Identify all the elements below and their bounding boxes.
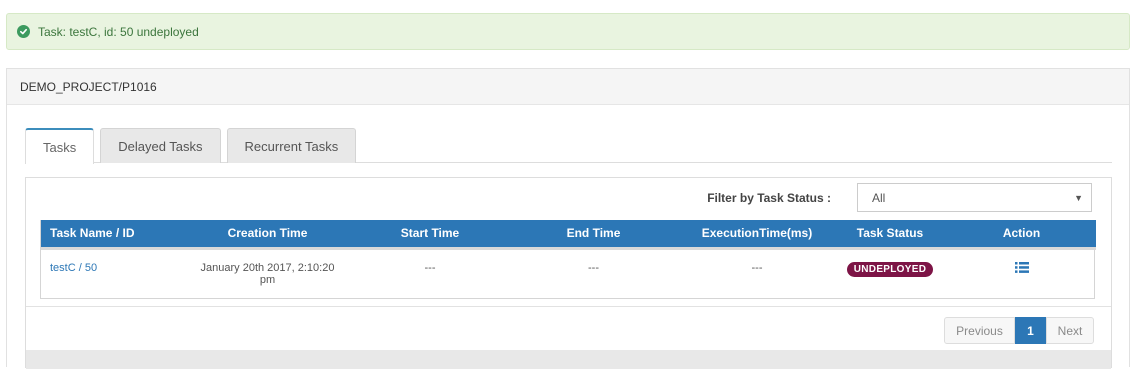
pagination: Previous 1 Next [944, 317, 1094, 344]
column-header[interactable]: Start Time [354, 220, 506, 250]
column-header[interactable]: Task Name / ID [41, 220, 181, 250]
alert-message: Task: testC, id: 50 undeployed [38, 24, 199, 39]
creation-time-date: January 20th 2017, 2:10:20 [200, 261, 335, 274]
tab-recurrent-tasks[interactable]: Recurrent Tasks [226, 128, 357, 163]
task-tabs: Tasks Delayed Tasks Recurrent Tasks [25, 128, 1112, 164]
tab-label: Delayed Tasks [118, 138, 203, 154]
task-name-cell: testC / 50 [41, 248, 181, 296]
tasks-table: Task Name / ID Creation Time Start Time … [41, 220, 1096, 296]
column-header[interactable]: Task Status [833, 220, 947, 250]
tasks-table-wrapper: Task Name / ID Creation Time Start Time … [40, 220, 1096, 299]
tab-delayed-tasks[interactable]: Delayed Tasks [100, 128, 221, 163]
column-header[interactable]: Creation Time [181, 220, 354, 250]
creation-time-suffix: pm [259, 273, 276, 286]
project-path: DEMO_PROJECT/P1016 [20, 79, 157, 94]
tab-tasks[interactable]: Tasks [25, 128, 95, 164]
page-1-button[interactable]: 1 [1015, 317, 1046, 344]
creation-time-cell: January 20th 2017, 2:10:20 pm [181, 248, 354, 296]
filter-label: Filter by Task Status : [707, 190, 831, 205]
column-header: Action [947, 220, 1096, 250]
column-header[interactable]: End Time [506, 220, 681, 250]
action-cell [947, 248, 1096, 296]
success-alert: Task: testC, id: 50 undeployed [6, 13, 1130, 50]
list-icon[interactable] [1014, 261, 1029, 276]
column-header[interactable]: ExecutionTime(ms) [681, 220, 833, 250]
panel-heading: DEMO_PROJECT/P1016 [7, 69, 1129, 105]
project-panel: DEMO_PROJECT/P1016 Tasks Delayed Tasks R… [6, 68, 1130, 369]
status-filter-select[interactable]: All ▼ [857, 183, 1092, 212]
execution-time-cell: --- [751, 261, 763, 274]
task-status-cell: UNDEPLOYED [833, 248, 947, 296]
tasks-content: Filter by Task Status : All ▼ Task Name … [25, 177, 1112, 369]
next-page-button[interactable]: Next [1046, 317, 1094, 344]
end-time-cell: --- [588, 261, 599, 274]
check-circle-icon [17, 25, 30, 38]
previous-page-button[interactable]: Previous [944, 317, 1015, 344]
tab-label: Tasks [43, 139, 77, 155]
selected-option: All [872, 190, 886, 205]
status-badge: UNDEPLOYED [846, 261, 934, 277]
horizontal-scrollbar[interactable] [26, 350, 1111, 369]
start-time-cell: --- [424, 261, 436, 274]
status-filter: Filter by Task Status : All ▼ [707, 183, 1092, 212]
caret-down-icon: ▼ [1074, 192, 1083, 203]
tab-label: Recurrent Tasks [244, 138, 339, 154]
table-row: testC / 50 January 20th 2017, 2:10:20 pm… [41, 248, 1096, 296]
task-link[interactable]: testC / 50 [50, 262, 97, 274]
table-header-row: Task Name / ID Creation Time Start Time … [41, 220, 1096, 250]
pagination-area: Previous 1 Next [26, 306, 1111, 350]
